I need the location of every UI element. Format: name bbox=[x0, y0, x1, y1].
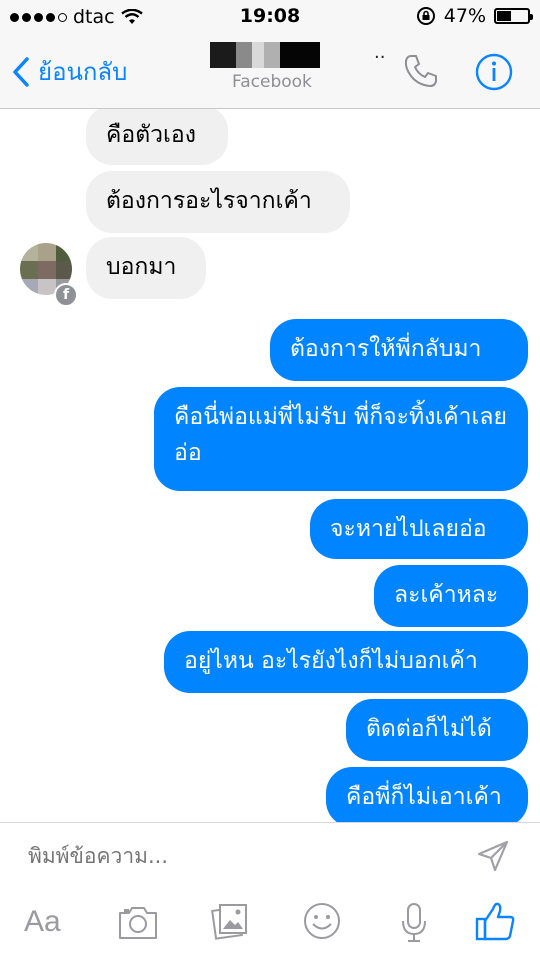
contact-name-censored[interactable] bbox=[210, 42, 320, 68]
facebook-badge-icon: f bbox=[54, 283, 78, 307]
outgoing-message[interactable]: ติดต่อก็ไม่ได้ bbox=[346, 699, 528, 761]
composer-toolbar: Aa bbox=[0, 901, 540, 951]
outgoing-message[interactable]: คือพี่ก็ไม่เอาเค้า bbox=[326, 767, 528, 823]
composer: Aa bbox=[0, 822, 540, 961]
phone-icon[interactable] bbox=[402, 52, 440, 90]
back-button[interactable]: ย้อนกลับ bbox=[12, 52, 127, 91]
contact-name-suffix: .. bbox=[374, 42, 386, 63]
outgoing-message[interactable]: ต้องการให้พี่กลับมา bbox=[270, 319, 528, 381]
outgoing-message[interactable]: จะหายไปเลยอ่อ bbox=[310, 499, 528, 559]
back-label: ย้อนกลับ bbox=[38, 58, 128, 86]
outgoing-message[interactable]: คือนี่พ่อแม่พี่ไม่รับ พี่ก็จะทิ้งเค้าเลย… bbox=[154, 387, 528, 491]
gallery-icon[interactable] bbox=[210, 901, 250, 941]
status-bar: dtac 19:08 47% bbox=[0, 0, 540, 34]
message-list[interactable]: คือตัวเอง ต้องการอะไรจากเค้า บอกมา f ต้อ… bbox=[0, 109, 540, 823]
battery-percent: 47% bbox=[443, 5, 486, 27]
contact-subtitle: Facebook bbox=[232, 72, 312, 92]
microphone-icon[interactable] bbox=[398, 901, 430, 943]
conversation-header: ย้อนกลับ .. Facebook bbox=[0, 34, 540, 109]
text-format-button[interactable]: Aa bbox=[24, 905, 61, 939]
incoming-message[interactable]: บอกมา bbox=[86, 237, 206, 299]
send-icon[interactable] bbox=[476, 839, 510, 873]
battery-level bbox=[497, 11, 511, 21]
outgoing-message[interactable]: ละเค้าหละ bbox=[374, 565, 528, 627]
camera-icon[interactable] bbox=[116, 903, 160, 943]
info-icon[interactable] bbox=[474, 52, 514, 92]
outgoing-message[interactable]: อยู่ไหน อะไรยังไงก็ไม่บอกเค้า bbox=[164, 631, 528, 693]
message-input[interactable] bbox=[26, 843, 430, 869]
rotation-lock-icon bbox=[416, 7, 435, 25]
battery-icon bbox=[494, 8, 533, 24]
incoming-message[interactable]: คือตัวเอง bbox=[86, 109, 228, 165]
back-chevron-icon bbox=[13, 56, 29, 87]
like-thumb-icon[interactable] bbox=[474, 899, 516, 943]
emoji-icon[interactable] bbox=[302, 901, 342, 941]
status-right: 47% bbox=[416, 5, 533, 27]
incoming-message[interactable]: ต้องการอะไรจากเค้า bbox=[86, 171, 350, 233]
